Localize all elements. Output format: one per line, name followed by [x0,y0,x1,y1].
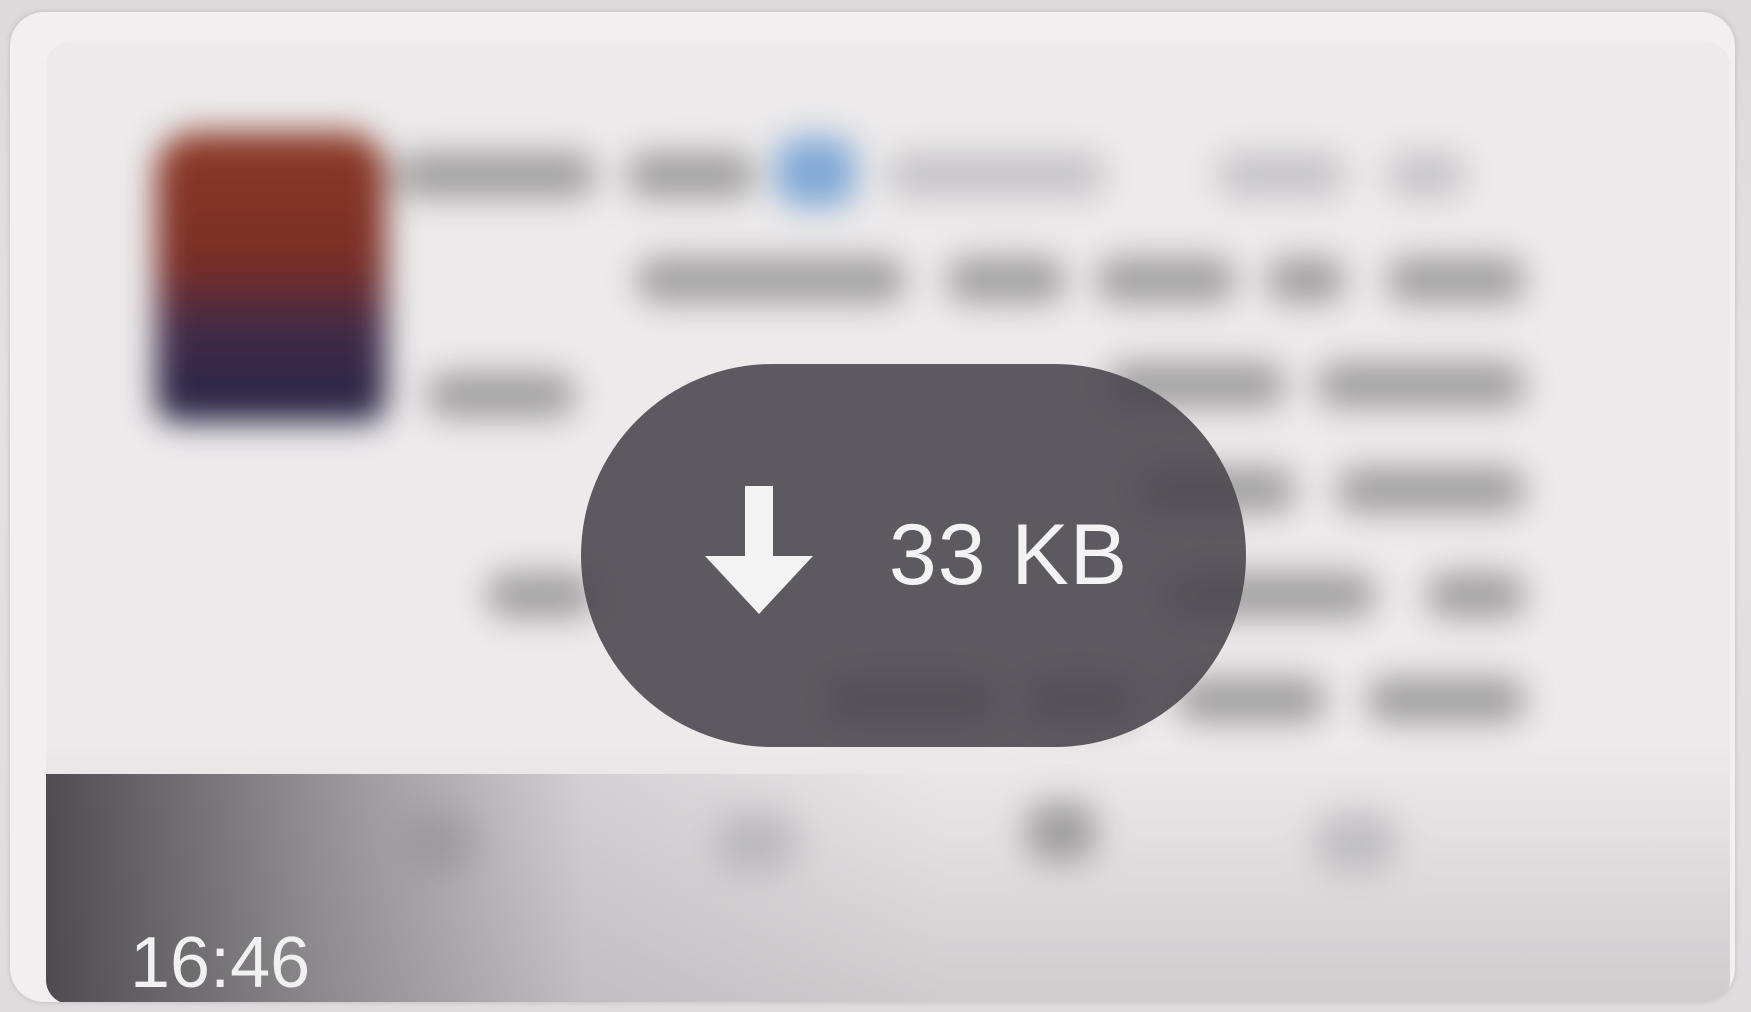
message-timestamp: 16:46 [130,923,311,1002]
download-button[interactable]: 33 KB [581,364,1246,747]
image-attachment[interactable]: 33 KB 16:46 [46,42,1730,1002]
message-bubble: 33 KB 16:46 [10,12,1735,1002]
file-size-label: 33 KB [888,507,1129,603]
chat-background: 33 KB 16:46 [0,0,1751,1012]
thumbnail-avatar-shape [156,132,386,422]
arrow-down-icon [704,485,813,614]
